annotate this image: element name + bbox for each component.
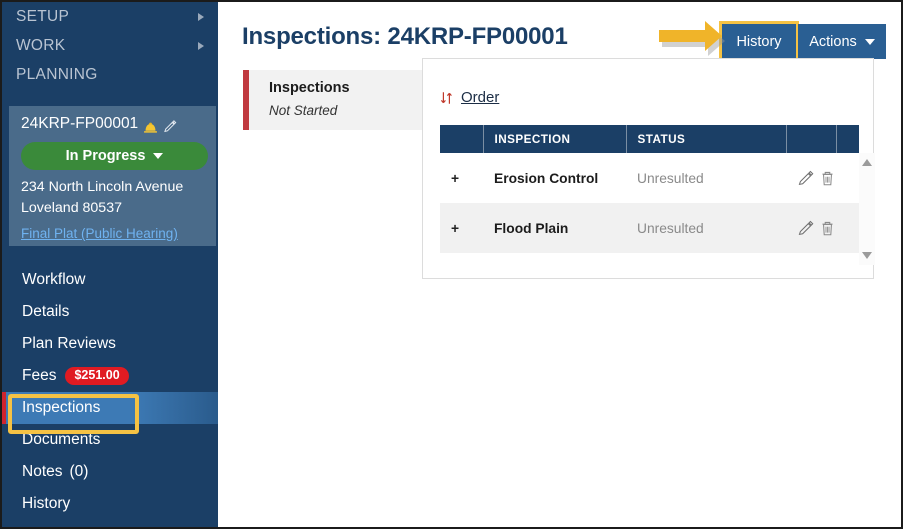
notes-count: (0) [69, 463, 89, 480]
record-address-line1: 234 North Lincoln Avenue [21, 179, 184, 195]
sidebar-item-workflow[interactable]: Workflow [2, 264, 218, 296]
fees-badge: $251.00 [65, 367, 129, 385]
step-status: Not Started [269, 103, 338, 118]
sidebar-item-label: Documents [22, 431, 101, 448]
sort-updown-icon [440, 90, 455, 106]
order-link[interactable]: Order [440, 89, 499, 106]
record-address-line2: Loveland 80537 [21, 200, 122, 216]
nav-group-work[interactable]: WORK [2, 31, 218, 60]
inspections-table-wrap: INSPECTION STATUS + Erosion Control Unre… [440, 125, 859, 253]
sidebar-item-label: Notes [22, 463, 63, 480]
col-status: STATUS [626, 125, 787, 153]
chevron-down-icon [864, 38, 875, 45]
sidebar-item-details[interactable]: Details [2, 296, 218, 328]
row-actions [786, 203, 859, 253]
row-status: Unresulted [637, 170, 704, 186]
scroll-down-icon[interactable] [862, 252, 872, 259]
pencil-icon[interactable] [797, 220, 814, 237]
sidebar-item-label: History [22, 495, 71, 512]
main-content: Inspections: 24KRP-FP00001 History Actio… [218, 2, 901, 527]
record-type-link[interactable]: Final Plat (Public Hearing) [21, 226, 178, 241]
table-header-row: INSPECTION STATUS [440, 125, 859, 153]
nav-group-label: SETUP [16, 7, 70, 25]
sidebar-item-label: Fees [22, 367, 57, 384]
table-header: INSPECTION STATUS [440, 125, 859, 153]
col-spacer [836, 125, 859, 153]
page-title: Inspections: 24KRP-FP00001 [242, 23, 568, 50]
sidebar-item-notes[interactable]: Notes (0) [2, 456, 218, 488]
record-status-dropdown[interactable]: In Progress [21, 142, 208, 170]
row-inspection-name: Erosion Control [494, 170, 599, 186]
col-expand [440, 125, 484, 153]
sidebar-item-label: Inspections [22, 399, 101, 416]
sidebar-item-documents[interactable]: Documents [2, 424, 218, 456]
nav-group-planning[interactable]: PLANNING [2, 60, 218, 89]
col-actions [786, 125, 837, 153]
inspections-table: INSPECTION STATUS + Erosion Control Unre… [440, 125, 859, 253]
table-body: + Erosion Control Unresulted + Flood Pla… [440, 153, 859, 253]
history-button-label: History [736, 33, 782, 50]
chevron-right-icon [198, 12, 204, 21]
chevron-right-icon [198, 41, 204, 50]
row-expand-toggle[interactable]: + [440, 153, 483, 203]
table-row[interactable]: + Flood Plain Unresulted [440, 203, 859, 253]
pencil-icon[interactable] [797, 170, 814, 187]
pencil-icon[interactable] [163, 119, 177, 134]
application-window: SETUP WORK PLANNING 24KRP-FP00001 In Pro… [0, 0, 903, 529]
trash-icon[interactable] [819, 170, 836, 187]
table-vertical-scrollbar[interactable] [859, 153, 875, 265]
sidebar-item-label: Details [22, 303, 70, 320]
col-inspection: INSPECTION [483, 125, 627, 153]
table-row[interactable]: + Erosion Control Unresulted [440, 153, 859, 203]
row-inspection-name: Flood Plain [483, 203, 626, 253]
nav-group-setup[interactable]: SETUP [2, 2, 218, 31]
history-button[interactable]: History [722, 24, 796, 59]
sidebar-item-history[interactable]: History [2, 488, 218, 520]
workflow-step-panel[interactable]: Inspections Not Started [243, 70, 428, 130]
inspections-card: Order INSPECTION STATUS + Erosion Contro… [422, 58, 875, 279]
sidebar-item-label: Workflow [22, 271, 86, 288]
sidebar-item-plan-reviews[interactable]: Plan Reviews [2, 328, 218, 360]
sidebar: SETUP WORK PLANNING 24KRP-FP00001 In Pro… [2, 2, 218, 527]
row-actions [786, 153, 859, 203]
order-link-label: Order [461, 89, 500, 106]
chevron-down-icon [153, 153, 164, 159]
trash-icon[interactable] [819, 220, 836, 237]
actions-button-label: Actions [809, 33, 857, 50]
scroll-up-icon[interactable] [862, 159, 872, 166]
row-status: Unresulted [626, 203, 786, 253]
record-status-label: In Progress [65, 148, 146, 164]
nav-group-label: PLANNING [16, 65, 98, 83]
nav-group-label: WORK [16, 36, 66, 54]
record-id-row: 24KRP-FP00001 [21, 115, 204, 133]
record-id: 24KRP-FP00001 [21, 115, 139, 132]
sidebar-item-fees[interactable]: Fees $251.00 [2, 360, 218, 392]
row-expand-toggle[interactable]: + [440, 203, 483, 253]
sidebar-item-label: Plan Reviews [22, 335, 116, 352]
sidebar-nav-list: Workflow Details Plan Reviews Fees $251.… [2, 264, 218, 520]
actions-button[interactable]: Actions [798, 24, 886, 59]
hardhat-icon [143, 120, 158, 133]
sidebar-item-inspections[interactable]: Inspections [2, 392, 218, 424]
record-summary-card: 24KRP-FP00001 In Progress 234 North Linc… [9, 106, 216, 246]
step-title: Inspections [269, 80, 350, 96]
